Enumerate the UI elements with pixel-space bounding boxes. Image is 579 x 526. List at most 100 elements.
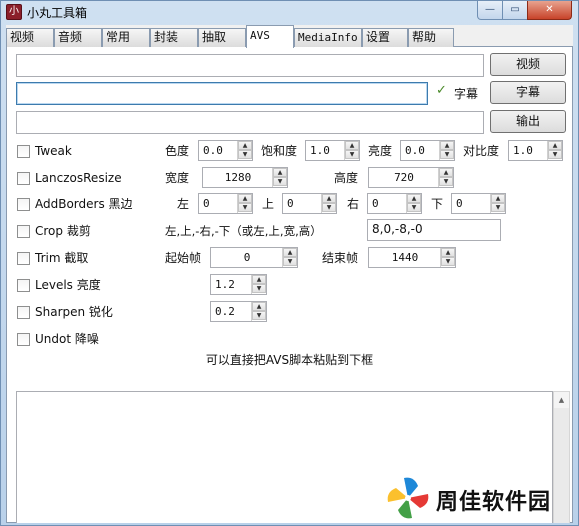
spin-down-icon[interactable]: ▼ [441,257,455,266]
spin-up-icon[interactable]: ▲ [441,248,455,257]
spin-up-icon[interactable]: ▲ [440,141,454,150]
levels-checkbox[interactable] [17,279,30,292]
trim-start-spinner[interactable]: 0 ▲ ▼ [210,247,298,268]
spin-down-icon[interactable]: ▼ [345,150,359,159]
border-left-spinner[interactable]: 0 ▲ ▼ [198,193,253,214]
hue-value: 0.0 [203,144,223,157]
contrast-spinner[interactable]: 1.0 ▲ ▼ [508,140,563,161]
tab-common[interactable]: 常用 [102,28,150,47]
tab-mediainfo[interactable]: MediaInfo [294,28,362,47]
border-top-spinner[interactable]: 0 ▲ ▼ [282,193,337,214]
watermark: 周佳软件园 [384,475,574,521]
levels-value: 1.2 [215,278,235,291]
width-spinner[interactable]: 1280 ▲ ▼ [202,167,288,188]
spin-up-icon[interactable]: ▲ [283,248,297,257]
spin-down-icon[interactable]: ▼ [283,257,297,266]
border-top-label: 上 [262,197,275,211]
spin-up-icon[interactable]: ▲ [322,194,336,203]
spin-up-icon[interactable]: ▲ [491,194,505,203]
minimize-button[interactable]: — [477,1,503,20]
sharpen-value: 0.2 [215,305,235,318]
levels-spinner[interactable]: 1.2 ▲ ▼ [210,274,267,295]
addborders-label: AddBorders 黑边 [35,197,133,211]
spin-down-icon[interactable]: ▼ [548,150,562,159]
spin-down-icon[interactable]: ▼ [238,203,252,212]
spin-up-icon[interactable]: ▲ [407,194,421,203]
check-mark-icon: ✓ [436,83,447,98]
saturation-spinner[interactable]: 1.0 ▲ ▼ [305,140,360,161]
spin-down-icon[interactable]: ▼ [407,203,421,212]
spin-up-icon[interactable]: ▲ [252,275,266,284]
tab-avs[interactable]: AVS [246,25,294,48]
scroll-up-icon[interactable]: ▲ [554,392,569,408]
contrast-label: 对比度 [463,144,500,158]
tab-extract[interactable]: 抽取 [198,28,246,47]
width-value: 1280 [224,171,252,184]
height-spinner[interactable]: 720 ▲ ▼ [368,167,454,188]
brightness-spinner[interactable]: 0.0 ▲ ▼ [400,140,455,161]
video-path-input[interactable] [16,54,484,77]
brightness-label: 亮度 [368,144,393,158]
crop-checkbox[interactable] [17,225,30,238]
tab-audio[interactable]: 音频 [54,28,102,47]
sharpen-spinner[interactable]: 0.2 ▲ ▼ [210,301,267,322]
spin-up-icon[interactable]: ▲ [238,141,252,150]
contrast-value: 1.0 [513,144,533,157]
spin-up-icon[interactable]: ▲ [238,194,252,203]
sharpen-label: Sharpen 锐化 [35,305,113,319]
crop-value-input[interactable]: 8,0,-8,-0 [367,219,501,241]
trim-end-spinner[interactable]: 1440 ▲ ▼ [368,247,456,268]
spin-up-icon[interactable]: ▲ [548,141,562,150]
watermark-text: 周佳软件园 [436,490,552,515]
tab-help[interactable]: 帮助 [408,28,454,47]
output-path-input[interactable] [16,111,484,134]
undot-label: Undot 降噪 [35,332,99,346]
tab-video[interactable]: 视频 [6,28,54,47]
output-button[interactable]: 输出 [490,110,566,133]
tweak-checkbox[interactable] [17,145,30,158]
addborders-checkbox[interactable] [17,198,30,211]
border-right-label: 右 [347,197,360,211]
pinwheel-logo-icon [387,477,429,519]
subtitle-button[interactable]: 字幕 [490,81,566,104]
border-left-value: 0 [203,197,210,210]
subtitle-path-input[interactable] [16,82,428,105]
border-right-spinner[interactable]: 0 ▲ ▼ [367,193,422,214]
lanczos-checkbox[interactable] [17,172,30,185]
title-bar[interactable]: 小 小丸工具箱 — ▭ ✕ [1,1,578,23]
spin-down-icon[interactable]: ▼ [440,150,454,159]
avs-panel: 视频 ✓ 字幕 字幕 输出 Tweak 色度 0.0 ▲ ▼ 饱和度 1.0 ▲ ▼… [6,47,573,523]
spin-down-icon[interactable]: ▼ [273,177,287,186]
tweak-label: Tweak [35,144,72,158]
video-button[interactable]: 视频 [490,53,566,76]
hue-spinner[interactable]: 0.0 ▲ ▼ [198,140,253,161]
subtitle-checkbox-label: 字幕 [454,87,479,101]
spin-up-icon[interactable]: ▲ [439,168,453,177]
spin-down-icon[interactable]: ▼ [322,203,336,212]
spin-down-icon[interactable]: ▼ [491,203,505,212]
trim-end-value: 1440 [391,251,419,264]
spin-down-icon[interactable]: ▼ [439,177,453,186]
levels-label: Levels 亮度 [35,278,101,292]
subtitle-checkbox[interactable]: ✓ [435,83,448,100]
undot-checkbox[interactable] [17,333,30,346]
spin-up-icon[interactable]: ▲ [345,141,359,150]
app-window: 小 小丸工具箱 — ▭ ✕ 视频 音频 常用 封装 抽取 AVS MediaIn… [0,0,579,526]
spin-up-icon[interactable]: ▲ [252,302,266,311]
spin-down-icon[interactable]: ▼ [238,150,252,159]
border-bottom-spinner[interactable]: 0 ▲ ▼ [451,193,506,214]
spin-down-icon[interactable]: ▼ [252,284,266,293]
crop-label: Crop 裁剪 [35,224,91,238]
spin-down-icon[interactable]: ▼ [252,311,266,320]
tab-settings[interactable]: 设置 [362,28,408,47]
trim-checkbox[interactable] [17,252,30,265]
close-button[interactable]: ✕ [527,1,572,20]
trim-start-label: 起始帧 [165,251,202,265]
script-hint: 可以直接把AVS脚本粘贴到下框 [205,353,374,367]
border-top-value: 0 [287,197,294,210]
sharpen-checkbox[interactable] [17,306,30,319]
spin-up-icon[interactable]: ▲ [273,168,287,177]
maximize-button[interactable]: ▭ [502,1,528,20]
tab-mux[interactable]: 封装 [150,28,198,47]
brightness-value: 0.0 [405,144,425,157]
